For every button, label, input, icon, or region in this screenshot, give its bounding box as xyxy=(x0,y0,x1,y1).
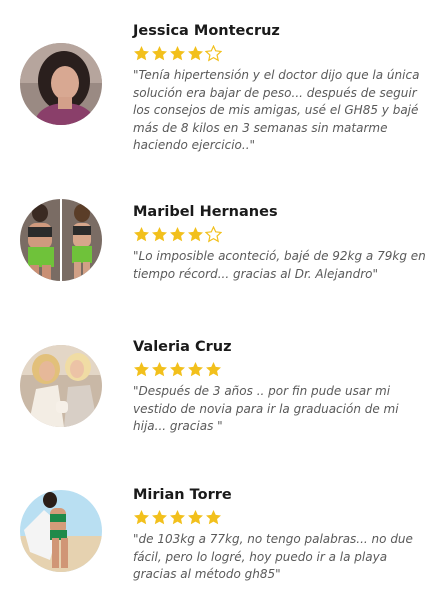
star-filled-icon xyxy=(134,362,149,377)
avatar-photo xyxy=(20,199,102,281)
star-filled-icon xyxy=(152,46,167,61)
star-rating xyxy=(133,45,433,63)
review-quote: "Lo imposible aconteció, bajé de 92kg a … xyxy=(133,249,426,281)
star-filled-icon xyxy=(152,362,167,377)
reviewer-name: Mirian Torre xyxy=(133,487,232,503)
star-filled-icon xyxy=(188,362,203,377)
star-filled-icon xyxy=(188,227,203,242)
star-filled-icon xyxy=(170,362,185,377)
star-filled-icon xyxy=(188,510,203,525)
review-quote: "de 103kg a 77kg, no tengo palabras... n… xyxy=(133,532,413,581)
star-outline-icon xyxy=(205,226,222,243)
avatar-photo xyxy=(20,345,102,427)
star-filled-icon xyxy=(170,227,185,242)
avatar-photo xyxy=(20,490,102,572)
review-quote: "Tenía hipertensión y el doctor dijo que… xyxy=(133,68,420,152)
star-filled-icon xyxy=(206,510,221,525)
star-rating xyxy=(133,226,433,244)
star-filled-icon xyxy=(134,46,149,61)
avatar xyxy=(20,490,102,572)
star-rating xyxy=(133,509,433,527)
star-filled-icon xyxy=(170,46,185,61)
star-outline-icon xyxy=(205,45,222,62)
star-filled-icon xyxy=(170,510,185,525)
reviewer-name: Jessica Montecruz xyxy=(133,23,280,39)
avatar xyxy=(20,345,102,427)
avatar xyxy=(20,199,102,281)
reviewer-name: Valeria Cruz xyxy=(133,339,232,355)
star-filled-icon xyxy=(134,227,149,242)
star-filled-icon xyxy=(134,510,149,525)
reviewer-name: Maribel Hernanes xyxy=(133,204,278,220)
star-filled-icon xyxy=(188,46,203,61)
star-filled-icon xyxy=(152,227,167,242)
avatar xyxy=(20,43,102,125)
star-rating xyxy=(133,361,433,379)
star-filled-icon xyxy=(206,362,221,377)
review-quote: "Después de 3 años .. por fin pude usar … xyxy=(133,384,399,433)
star-filled-icon xyxy=(152,510,167,525)
avatar-photo xyxy=(20,43,102,125)
testimonials-list: Jessica Montecruz "Tenía hipertensión y … xyxy=(0,0,442,610)
